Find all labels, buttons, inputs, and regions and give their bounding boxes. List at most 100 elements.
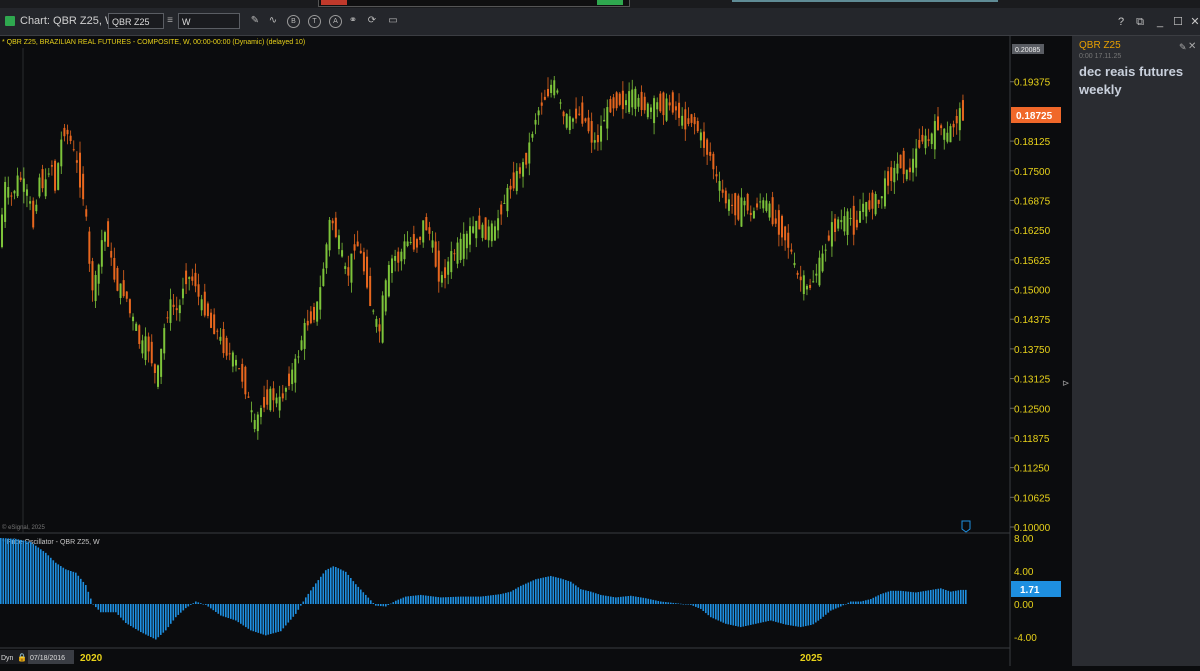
oscillator-bar [410,596,412,604]
oscillator-bar [702,604,705,612]
candle-body [297,356,300,358]
oscillator-bar [197,602,200,604]
candle-body [528,142,531,164]
symbol-input[interactable]: QBR Z25 [108,13,164,29]
oscillator-bar [540,578,542,604]
oscillator-bar [597,594,600,604]
lock-icon[interactable]: 🔒 [17,653,27,662]
chart-area[interactable]: * QBR Z25, BRAZILIAN REAL FUTURES - COMP… [0,36,1070,666]
candle-body [718,181,721,191]
oscillator-bar [380,604,382,607]
candle-body [150,341,153,364]
candle-body [85,209,88,217]
interval-select[interactable]: W [178,13,240,29]
chat-icon[interactable]: ▭ [386,14,400,28]
candle-body [69,135,72,142]
link-icon[interactable]: ⚭ [346,14,360,28]
t-circle-icon[interactable]: T [308,15,321,28]
oscillator-bar [917,592,920,604]
oscillator-bar [667,602,670,604]
oscillator-bar [852,601,855,604]
oscillator-bar [747,604,750,626]
candle-body [266,389,269,405]
candle-body [16,175,19,197]
edit-note-icon[interactable]: ✎ [1179,42,1187,53]
oscillator-bar [865,600,867,604]
candle-body [693,117,696,125]
oscillator-bar [337,568,340,604]
menu-icon[interactable]: ≡ [164,13,176,29]
note-marker-icon[interactable] [961,520,971,533]
candle-body [384,280,387,312]
oscillator-bar [200,603,202,604]
oscillator-bar [635,596,637,604]
candle-body [837,219,840,229]
close-note-icon[interactable]: ✕ [1188,41,1196,52]
oscillator-bar [925,590,927,604]
oscillator-bar [772,604,775,622]
candle-body [568,116,571,131]
oscillator-bar [850,601,852,604]
chart-svg[interactable]: * QBR Z25, BRAZILIAN REAL FUTURES - COMP… [0,36,1070,666]
oscillator-bar [155,604,157,640]
oscillator-bar [450,596,452,604]
top-price-tag-label: 0.20085 [1015,47,1040,54]
price-tick-label: 0.16875 [1014,196,1051,207]
b-circle-icon[interactable]: B [287,15,300,28]
oscillator-bar [912,592,915,604]
oscillator-bar [427,595,430,604]
oscillator-bar [547,576,550,604]
oscillator-bar [130,604,132,626]
oscillator-bar [845,604,847,605]
oscillator-bar [650,599,652,604]
restore-button[interactable]: ⧉ [1133,15,1147,29]
oscillator-bar [607,596,610,604]
pencil-icon[interactable]: ✎ [248,14,262,28]
wave-icon[interactable]: ∿ [266,14,280,28]
oscillator-bar [357,586,360,604]
help-button[interactable]: ? [1114,15,1128,29]
maximize-button[interactable]: ☐ [1171,15,1185,29]
oscillator-bar [432,596,435,604]
candle-body [606,107,609,129]
candle-body [66,129,69,135]
note-symbol: QBR Z25 [1079,40,1121,51]
oscillator-bar [185,604,187,609]
oscillator-bar [440,597,442,604]
a-circle-icon[interactable]: A [329,15,342,28]
oscillator-bar [577,587,580,604]
oscillator-bar [50,557,52,604]
oscillator-bar [482,596,485,604]
oscillator-bar [957,590,960,604]
candle-body [740,197,743,227]
window-title: Chart: QBR Z25, W [20,15,116,27]
oscillator-bar [905,591,907,604]
candle-body [628,91,631,113]
sync-icon[interactable]: ⟳ [365,14,379,28]
oscillator-bar [885,592,887,604]
oscillator-bar [160,604,162,635]
oscillator-bar [647,598,650,604]
oscillator-bar [615,597,617,604]
oscillator-bar [72,571,75,604]
oscillator-bar [720,604,722,622]
oscillator-bar [960,589,962,604]
oscillator-bar [947,590,950,604]
oscillator-bar [937,588,940,604]
oscillator-bar [847,602,850,604]
collapse-panel-icon[interactable]: ⊳ [1062,378,1070,389]
minimize-button[interactable]: _ [1153,15,1167,29]
oscillator-bar [532,580,535,604]
oscillator-bar [740,604,742,628]
candle-body [238,368,241,370]
oscillator-bar [345,571,347,604]
candle-body [946,132,949,142]
close-button[interactable]: ✕ [1188,15,1200,29]
oscillator-bar [485,595,487,604]
candle-body [908,167,911,173]
candle-body [412,234,415,250]
oscillator-bar [827,604,830,613]
oscillator-bar [737,604,740,627]
candle-body [100,240,103,267]
candle-body [325,244,328,269]
